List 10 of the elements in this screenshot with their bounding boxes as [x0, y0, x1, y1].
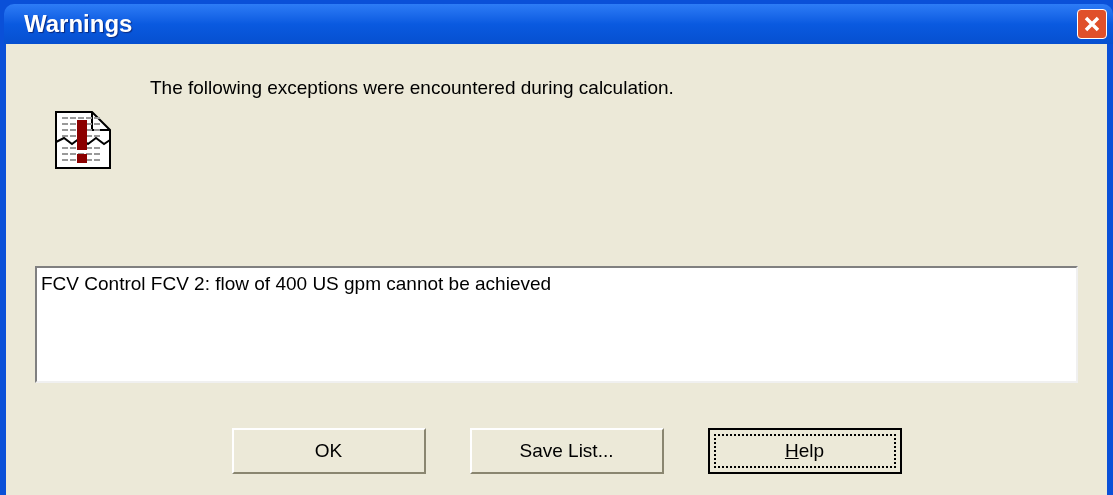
close-icon — [1083, 15, 1101, 33]
exception-item[interactable]: FCV Control FCV 2: flow of 400 US gpm cannot be achieved — [41, 270, 1072, 299]
dialog-button[interactable]: Help — [707, 428, 902, 474]
close-button[interactable] — [1077, 9, 1107, 39]
message-text: The following exceptions were encountered during calculation. — [150, 76, 674, 100]
exception-list[interactable]: FCV Control FCV 2: flow of 400 US gpm cannot be achieved — [35, 266, 1078, 383]
dialog-button[interactable]: Save List... — [469, 428, 664, 474]
dialog-button[interactable]: OK — [231, 428, 426, 474]
window-title: Warnings — [24, 9, 133, 39]
document-warning-icon — [54, 110, 112, 170]
